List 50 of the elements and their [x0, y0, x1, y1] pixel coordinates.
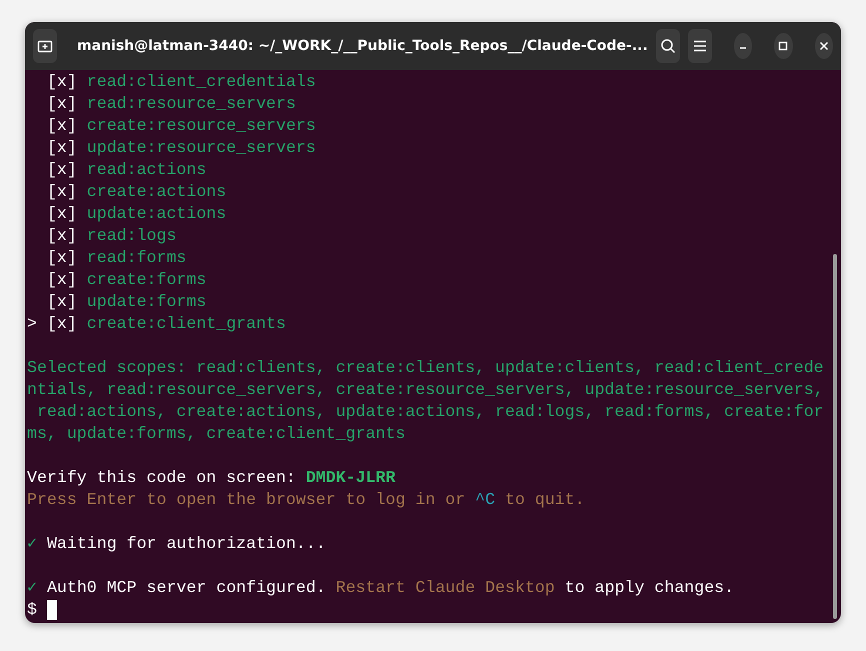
checkbox-marker: [x]	[46, 313, 77, 335]
scope-option: update:resource_servers	[86, 137, 316, 159]
selected-scopes-text: read:actions, create:actions, update:actions, read:logs, read:forms, create:for	[36, 401, 824, 423]
checkbox-marker: [x]	[46, 71, 77, 93]
checkbox-marker: [x]	[46, 203, 77, 225]
scrollbar-thumb[interactable]	[833, 254, 837, 619]
scope-option: read:logs	[86, 225, 176, 247]
checkbox-marker: [x]	[46, 159, 77, 181]
selected-scopes-text: ms, update:forms, create:client_grants	[27, 423, 406, 445]
scope-option: create:forms	[86, 269, 206, 291]
text-cursor	[46, 600, 57, 620]
checkbox-marker: [x]	[46, 181, 77, 203]
key-hint: ^C	[475, 489, 496, 511]
status-text: Restart Claude Desktop	[336, 577, 555, 599]
scope-option: create:resource_servers	[86, 115, 316, 137]
selected-scopes-text: Selected scopes: read:clients, create:clients, update:clients, read:client_crede	[27, 357, 824, 379]
close-icon[interactable]	[814, 33, 833, 59]
checkbox-marker: [x]	[46, 115, 77, 137]
window-title: manish@latman-3440: ~/_WORK_/__Public_Tools_Repos__/Claude-Code-...	[76, 38, 648, 54]
selected-scopes-text: ntials, read:resource_servers, create:resource_servers, update:resource_servers,	[27, 379, 824, 401]
checkbox-marker: [x]	[46, 225, 77, 247]
checkbox-marker: [x]	[46, 93, 77, 115]
checkbox-marker: [x]	[46, 137, 77, 159]
status-text: Auth0 MCP server configured.	[46, 577, 327, 599]
verify-label: Verify this code on screen:	[27, 467, 296, 489]
status-text: Waiting for authorization...	[46, 533, 326, 555]
selection-pointer: >	[27, 313, 37, 335]
scope-option: update:forms	[86, 291, 206, 313]
scope-option: update:actions	[86, 203, 226, 225]
maximize-icon[interactable]	[774, 33, 793, 59]
scope-option: create:client_grants	[86, 313, 286, 335]
scope-option: read:forms	[86, 247, 186, 269]
check-icon: ✓	[27, 577, 37, 599]
menu-icon[interactable]	[688, 29, 712, 63]
scope-option: read:resource_servers	[86, 93, 296, 115]
scope-option: create:actions	[86, 181, 226, 203]
shell-prompt: $	[27, 599, 37, 621]
verification-code: DMDK-JLRR	[306, 467, 396, 489]
search-icon[interactable]	[656, 29, 680, 63]
check-icon: ✓	[27, 533, 37, 555]
minimize-icon[interactable]	[734, 33, 752, 59]
scope-option: read:client_credentials	[86, 71, 316, 93]
status-text: to apply changes.	[564, 577, 734, 599]
scope-option: read:actions	[86, 159, 206, 181]
checkbox-marker: [x]	[46, 247, 77, 269]
prompt-text: to quit.	[504, 489, 585, 511]
prompt-text: Press Enter to open the browser to log in or	[27, 489, 466, 511]
checkbox-marker: [x]	[46, 269, 77, 291]
new-tab-icon[interactable]	[33, 29, 58, 63]
checkbox-marker: [x]	[46, 291, 77, 313]
